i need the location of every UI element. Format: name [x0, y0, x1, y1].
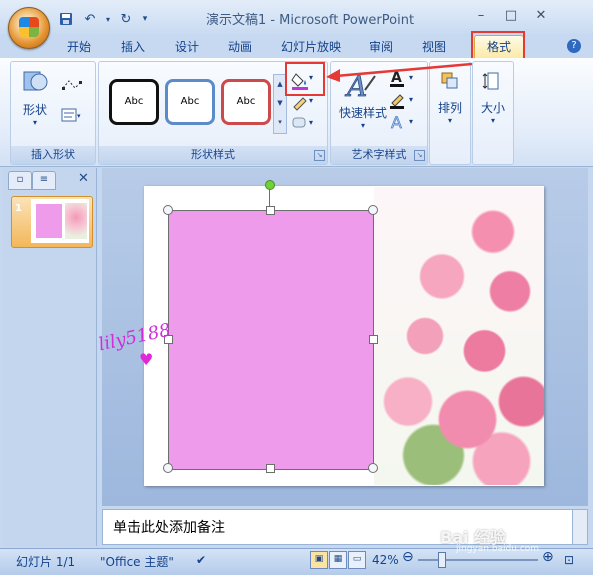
slide-number: 1 [15, 203, 22, 214]
shape-styles-group-label: 形状样式 [99, 146, 327, 164]
resize-handle-bottom-left[interactable] [163, 463, 173, 473]
office-button[interactable] [8, 7, 50, 49]
resize-handle-bottom[interactable] [266, 464, 275, 473]
undo-icon[interactable]: ↶ [80, 10, 100, 28]
shape-effects-icon: ▾ [292, 117, 313, 128]
baidu-domain: jingyan.baidu.com [456, 544, 540, 554]
slide-counter: 幻灯片 1/1 [16, 555, 76, 569]
resize-handle-top-right[interactable] [368, 205, 378, 215]
wordart-group-label: 艺术字样式 [331, 146, 427, 164]
svg-text:▾: ▾ [77, 112, 81, 120]
group-size: 大小 ▾ [472, 61, 514, 165]
outline-tab-icon[interactable]: ≡ [32, 171, 56, 190]
svg-text:▾: ▾ [309, 96, 313, 105]
shapes-icon [23, 71, 48, 91]
insert-shapes-group-label: 插入形状 [11, 146, 95, 164]
slideshow-view-icon[interactable]: ▭ [348, 551, 366, 569]
zoom-slider[interactable] [418, 559, 538, 561]
resize-handle-top[interactable] [266, 206, 275, 215]
quick-access-toolbar: ↶ ▾ ↻ ▾ [56, 9, 150, 29]
resize-handle-right[interactable] [369, 335, 378, 344]
spell-check-icon[interactable]: ✔ [196, 553, 206, 567]
group-insert-shapes: 形状 ▾ ▾ 插入形状 [10, 61, 96, 165]
normal-view-icon[interactable]: ▣ [310, 551, 328, 569]
close-pane-icon[interactable]: ✕ [78, 171, 89, 186]
save-icon[interactable] [56, 10, 76, 28]
svg-text:▾: ▾ [309, 118, 313, 127]
close-button[interactable]: ✕ [526, 6, 556, 26]
tab-design[interactable]: 设计 [175, 38, 199, 55]
office-logo-icon [19, 17, 39, 37]
window-controls: – □ ✕ [466, 6, 556, 26]
notes-scrollbar[interactable] [572, 509, 588, 545]
arrange-label: 排列 [437, 101, 462, 115]
zoom-out-icon[interactable]: ⊖ [402, 549, 414, 565]
zoom-in-icon[interactable]: ⊕ [542, 549, 554, 565]
slide-thumbnail-preview [31, 199, 89, 243]
edit-points-icon [62, 80, 82, 90]
dialog-launcher-icon[interactable]: ↘ [314, 150, 325, 161]
text-outline-icon: ▾ [390, 94, 413, 109]
shape-effects-button[interactable]: ▾ [291, 114, 315, 133]
resize-handle-bottom-right[interactable] [368, 463, 378, 473]
rose-picture[interactable] [374, 187, 544, 485]
tab-view[interactable]: 视图 [422, 38, 446, 55]
shape-style-swatch[interactable]: Abc [221, 79, 271, 125]
fit-window-icon[interactable]: ⊡ [564, 553, 574, 567]
zoom-slider-thumb[interactable] [438, 552, 446, 568]
minimize-button[interactable]: – [466, 6, 496, 26]
help-icon[interactable]: ? [567, 39, 581, 53]
shape-style-swatch[interactable]: Abc [109, 79, 159, 125]
pink-rectangle-shape[interactable] [168, 210, 374, 470]
text-effects-button[interactable]: A ▾ [389, 113, 417, 134]
notes-placeholder[interactable]: 单击此处添加备注 [113, 517, 225, 537]
maximize-button[interactable]: □ [496, 6, 526, 26]
shapes-button[interactable]: 形状 ▾ [21, 68, 49, 127]
slides-tab-icon[interactable]: ▫ [8, 171, 32, 190]
tab-animations[interactable]: 动画 [228, 38, 252, 55]
redo-icon[interactable]: ↻ [116, 10, 136, 28]
thumbnail-flowers [65, 203, 87, 239]
customize-qat-icon[interactable]: ▾ [140, 10, 150, 28]
resize-handle-top-left[interactable] [163, 205, 173, 215]
shape-fill-highlight [285, 62, 325, 96]
zoom-level[interactable]: 42% [372, 553, 399, 567]
slide-sorter-icon[interactable]: ▦ [329, 551, 347, 569]
dialog-launcher-icon[interactable]: ↘ [414, 150, 425, 161]
size-icon [482, 72, 499, 90]
heart-icon: ♥ [139, 350, 154, 369]
tab-slideshow[interactable]: 幻灯片放映 [281, 38, 341, 55]
tab-home[interactable]: 开始 [67, 38, 91, 55]
text-box-button[interactable]: ▾ [61, 108, 83, 125]
text-box-icon: ▾ [61, 108, 81, 122]
rotation-handle[interactable] [265, 180, 275, 190]
window-title: 演示文稿1 - Microsoft PowerPoint [205, 13, 415, 28]
undo-dropdown-icon[interactable]: ▾ [104, 10, 112, 28]
shapes-label: 形状 [22, 103, 47, 117]
ribbon: 形状 ▾ ▾ 插入形状 Abc Abc Abc ▲ ▼ ▾ ▾ ▾ ▾ 形状样式 ↘… [0, 58, 593, 167]
annotation-arrow-icon [326, 62, 473, 82]
tab-review[interactable]: 审阅 [369, 38, 393, 55]
shape-style-swatch[interactable]: Abc [165, 79, 215, 125]
theme-name: "Office 主题" [100, 555, 174, 569]
edit-shape-button[interactable] [61, 78, 83, 95]
text-outline-button[interactable]: ▾ [389, 91, 417, 112]
thumbnail-shape [36, 204, 62, 238]
tab-insert[interactable]: 插入 [121, 38, 145, 55]
shape-outline-button[interactable]: ▾ [291, 93, 315, 114]
svg-text:▾: ▾ [409, 95, 413, 104]
quick-styles-label: 快速样式 [339, 106, 388, 120]
size-button[interactable]: 大小 ▾ [479, 70, 507, 125]
text-effects-icon: A ▾ [391, 113, 413, 133]
svg-text:A: A [391, 113, 402, 131]
svg-text:▾: ▾ [409, 117, 413, 126]
size-label: 大小 [480, 101, 505, 115]
